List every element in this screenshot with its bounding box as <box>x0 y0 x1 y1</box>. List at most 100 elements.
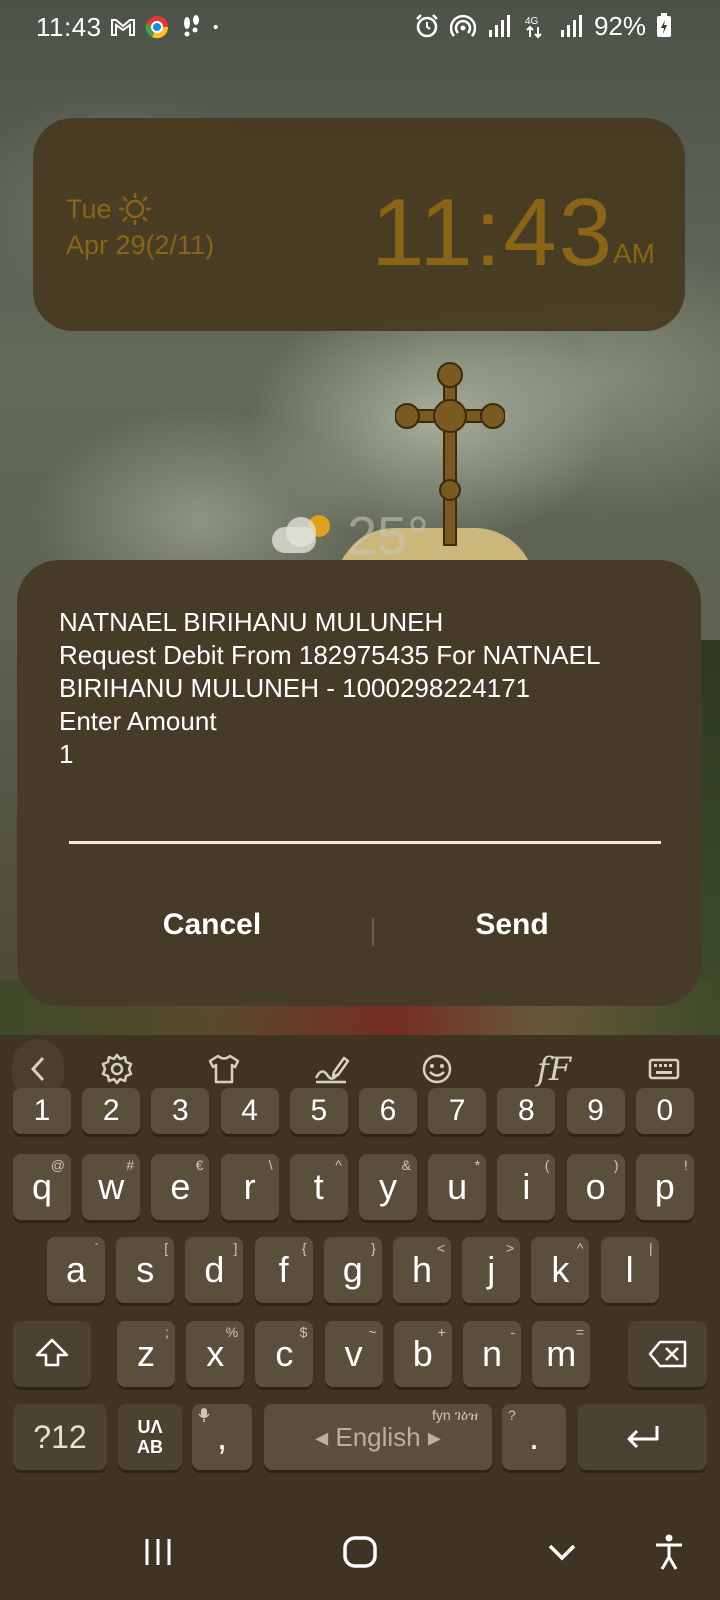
key-e[interactable]: e € <box>151 1154 210 1220</box>
key-o[interactable]: o) <box>566 1154 625 1220</box>
themes-button[interactable] <box>204 1049 244 1089</box>
home-icon <box>343 1536 377 1568</box>
key-hint: ^ <box>576 1240 584 1256</box>
key-7[interactable]: 7 <box>428 1088 487 1134</box>
network-4g-icon: 4G <box>525 16 542 39</box>
key-hint: - <box>510 1324 515 1340</box>
widget-ampm: AM <box>613 238 655 269</box>
backspace-key[interactable] <box>628 1321 707 1387</box>
key-0[interactable]: 0 <box>635 1088 694 1134</box>
key-b[interactable]: b + <box>393 1321 452 1387</box>
key-hint: & <box>401 1157 411 1173</box>
key-k[interactable]: k ^ <box>531 1237 590 1303</box>
amount-input[interactable] <box>69 782 661 844</box>
key-d[interactable]: d] <box>185 1237 244 1303</box>
key-5[interactable]: 5 <box>289 1088 348 1134</box>
key-z[interactable]: z; <box>117 1321 175 1387</box>
key-j[interactable]: j > <box>462 1237 521 1303</box>
comma-key[interactable]: , <box>192 1404 252 1470</box>
key-y[interactable]: y & <box>359 1154 417 1220</box>
key-i[interactable]: i( <box>497 1154 556 1220</box>
handwriting-button[interactable] <box>311 1049 351 1089</box>
keyboard-mode-button[interactable] <box>644 1049 684 1089</box>
recent-apps-button[interactable] <box>128 1527 188 1577</box>
key-m[interactable]: m = <box>532 1321 591 1387</box>
key-s[interactable]: s[ <box>116 1237 175 1303</box>
hide-keyboard-button[interactable] <box>532 1527 592 1577</box>
key-v[interactable]: v ~ <box>324 1321 383 1387</box>
key-hint: $ <box>299 1324 308 1340</box>
font-style-button[interactable]: fF <box>524 1049 584 1089</box>
key-label: u <box>447 1166 468 1207</box>
key-6[interactable]: 6 <box>359 1088 417 1134</box>
enter-icon <box>627 1426 658 1449</box>
key-hint: { <box>301 1240 307 1256</box>
gmail-icon <box>111 19 135 36</box>
key-x[interactable]: x% <box>186 1321 245 1387</box>
key-3[interactable]: 3 <box>151 1088 210 1134</box>
period-key[interactable]: .? <box>502 1404 566 1470</box>
cloud-icon <box>272 515 332 553</box>
hotspot-icon <box>449 14 476 37</box>
key-c[interactable]: c $ <box>255 1321 314 1387</box>
key-4[interactable]: 4 <box>220 1088 279 1134</box>
key-g[interactable]: g} <box>323 1237 382 1303</box>
message-line: Request Debit From 182975435 For NATNAEL <box>59 640 601 670</box>
space-key[interactable]: ◂ English ▸ fyn ገዕዝ <box>264 1404 492 1470</box>
key-hint: | <box>648 1240 653 1256</box>
key-1[interactable]: 1 <box>13 1088 71 1134</box>
signal-icon-2 <box>560 15 582 37</box>
key-9[interactable]: 9 <box>566 1088 625 1134</box>
microphone-icon <box>198 1407 210 1426</box>
clock-widget[interactable]: Tue Apr 29(2/11) 11:43 AM <box>33 118 685 331</box>
settings-button[interactable] <box>97 1049 137 1089</box>
key-hint: < <box>436 1240 445 1256</box>
cancel-button[interactable]: Cancel <box>62 900 362 950</box>
key-p[interactable]: p! <box>635 1154 694 1220</box>
key-label: h <box>411 1249 433 1290</box>
language-mode-key[interactable]: UΛ AB <box>118 1404 182 1470</box>
key-label: 2 <box>102 1094 120 1127</box>
tshirt-icon <box>208 1054 240 1084</box>
space-hint: fyn ገዕዝ <box>432 1407 478 1423</box>
home-button[interactable] <box>330 1527 390 1577</box>
emoji-button[interactable] <box>417 1049 457 1089</box>
key-label: 6 <box>379 1094 397 1127</box>
key-n[interactable]: n- <box>463 1321 521 1387</box>
symbols-key[interactable]: ?12 <box>13 1404 107 1470</box>
shift-key[interactable] <box>13 1321 91 1387</box>
key-8[interactable]: 8 <box>497 1088 556 1134</box>
key-hint: } <box>371 1240 376 1256</box>
key-label: 4 <box>241 1094 258 1127</box>
accessibility-button[interactable] <box>644 1527 694 1577</box>
key-label: n <box>481 1333 503 1374</box>
key-hint: ) <box>613 1157 619 1173</box>
sun-icon <box>118 193 151 225</box>
key-label: e <box>170 1166 191 1207</box>
key-h[interactable]: h < <box>393 1237 451 1303</box>
message-line: 1 <box>59 739 74 769</box>
key-l[interactable]: l | <box>600 1237 659 1303</box>
lang-mode-bottom: AB <box>137 1437 163 1457</box>
alarm-icon <box>416 14 438 38</box>
key-a[interactable]: a ` <box>47 1237 105 1303</box>
key-w[interactable]: w # <box>82 1154 141 1220</box>
key-label: g <box>342 1249 363 1290</box>
space-label: ◂ English ▸ <box>315 1421 441 1452</box>
keyboard: fF 1 2 3 4 5 6 7 8 9 0 q @ w # e € r \ t ^ y & u * i(o) p! a ` s[d] f… <box>0 1035 720 1505</box>
key-t[interactable]: t ^ <box>289 1154 348 1220</box>
enter-key[interactable] <box>578 1404 707 1470</box>
key-label: j <box>487 1249 496 1290</box>
key-label: 5 <box>310 1094 328 1127</box>
key-u[interactable]: u * <box>428 1154 487 1220</box>
key-label: p <box>654 1166 675 1207</box>
key-r[interactable]: r \ <box>220 1154 279 1220</box>
key-hint: ( <box>544 1157 550 1173</box>
key-f[interactable]: f{ <box>254 1237 313 1303</box>
key-label: s <box>136 1249 155 1290</box>
system-icons: 4G 92% <box>414 11 672 41</box>
dialog-message: NATNAEL BIRIHANU MULUNEH Request Debit F… <box>59 606 669 771</box>
key-2[interactable]: 2 <box>82 1088 141 1134</box>
key-q[interactable]: q @ <box>13 1154 71 1220</box>
send-button[interactable]: Send <box>362 900 662 950</box>
